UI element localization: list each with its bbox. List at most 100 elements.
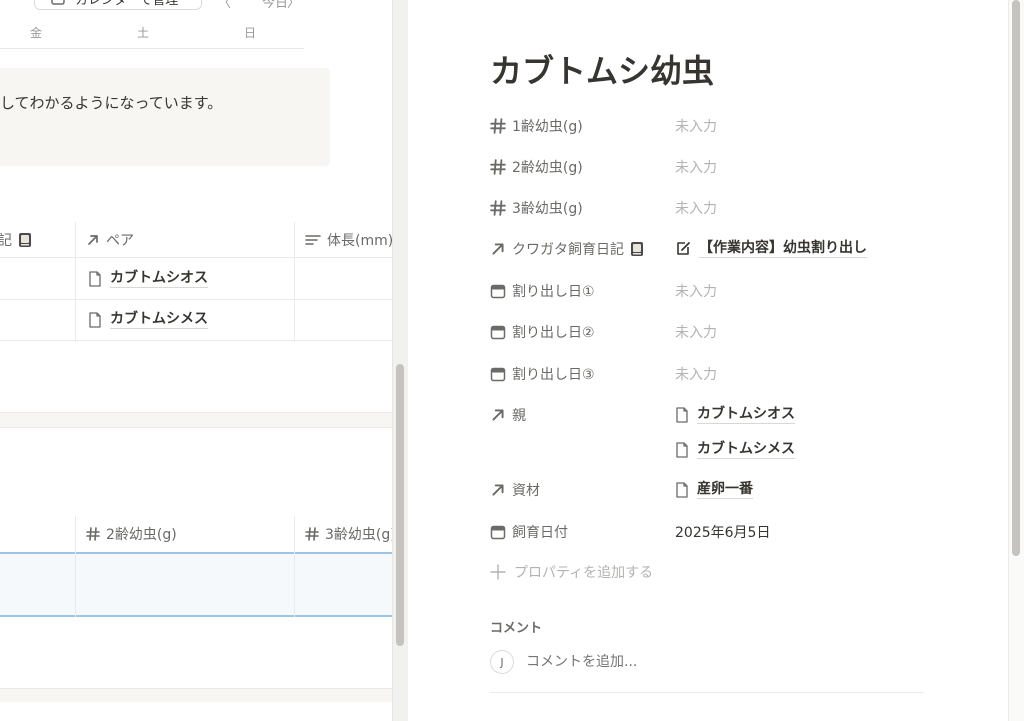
column-header-label: 3齢幼虫(g) [325, 527, 392, 543]
table-row[interactable]: カブトムシオス [0, 259, 392, 300]
property-value[interactable]: 未入力 [675, 364, 717, 384]
pair-link-label: カブトムシオス [110, 270, 208, 288]
relation-link-label: カブトムシオス [697, 406, 795, 424]
weekday-sat: 土 [137, 26, 150, 40]
hash-icon [490, 200, 506, 216]
nav-prev-button[interactable]: 〈 [218, 0, 231, 11]
property-row[interactable]: 飼育日付 2025年6月5日 [490, 516, 1010, 546]
property-name-label: 2齢幼虫(g) [512, 160, 583, 176]
property-name-label: クワガタ飼育日記 [512, 242, 624, 258]
nav-next-button[interactable]: 〉 [287, 0, 300, 11]
calendar-manage-label: カレンダーで管理 [75, 0, 179, 8]
selected-table-row[interactable] [0, 552, 392, 617]
property-name-label: 割り出し日② [512, 325, 595, 341]
callout-text: してわかるようになっています。 [0, 94, 223, 112]
property-name[interactable]: 割り出し日② [490, 322, 595, 342]
property-name[interactable]: 資材 [490, 480, 540, 500]
section-separator [0, 412, 392, 428]
table-row[interactable]: カブトムシメス [0, 300, 392, 341]
property-row[interactable]: 1齢幼虫(g) 未入力 [490, 110, 1010, 140]
property-name-label: 割り出し日① [512, 284, 595, 300]
pair-link[interactable]: カブトムシオス [88, 269, 208, 288]
property-name[interactable]: 割り出し日③ [490, 364, 595, 384]
property-value[interactable]: 未入力 [675, 157, 717, 177]
book-icon [18, 232, 32, 248]
relation-link-label: 【作業内容】幼虫割り出し [699, 240, 867, 258]
property-name[interactable]: 親 [490, 405, 526, 425]
relation-arrow-icon [490, 241, 506, 257]
property-name[interactable]: クワガタ飼育日記 [490, 239, 644, 259]
calendar-icon [51, 0, 65, 5]
pair-link[interactable]: カブトムシメス [88, 310, 208, 329]
add-property-button[interactable]: プロパティを追加する [490, 562, 653, 582]
edit-note-icon [675, 241, 691, 257]
property-name-label: 資材 [512, 483, 540, 499]
property-name-label: 3齢幼虫(g) [512, 201, 583, 217]
property-value[interactable]: 未入力 [675, 281, 717, 301]
relation-arrow-icon [86, 233, 100, 247]
property-row[interactable]: 資材 産卵一番 [490, 474, 1010, 504]
page-icon [675, 481, 689, 498]
property-row[interactable]: 親 カブトムシオス カブトムシメス [490, 399, 1010, 465]
calendar-icon [490, 283, 506, 299]
property-name[interactable]: 飼育日付 [490, 522, 568, 542]
column-header-label: 記 [0, 233, 12, 249]
column-header-instar2[interactable]: 2齢幼虫(g) [86, 524, 177, 544]
database-pane: カレンダーで管理 〈 今日 〉 金 土 日 してわかるようになっています。 記 … [0, 0, 392, 721]
section-separator [0, 688, 392, 702]
property-value[interactable]: 未入力 [675, 116, 717, 136]
relation-link[interactable]: 【作業内容】幼虫割り出し [675, 239, 867, 258]
property-value[interactable]: 2025年6月5日 [675, 522, 770, 542]
relation-link[interactable]: カブトムシメス [675, 440, 795, 459]
nav-today-button[interactable]: 今日 [262, 0, 288, 11]
property-name-label: 割り出し日③ [512, 367, 595, 383]
property-name[interactable]: 2齢幼虫(g) [490, 157, 583, 177]
plus-icon [490, 564, 506, 580]
weekday-sun: 日 [244, 26, 257, 40]
column-header-length[interactable]: 体長(mm) [305, 230, 392, 250]
property-name[interactable]: 割り出し日① [490, 281, 595, 301]
relation-link[interactable]: カブトムシオス [675, 405, 795, 424]
column-header-pair[interactable]: ペア [86, 230, 134, 250]
property-name-label: 飼育日付 [512, 525, 568, 541]
property-row[interactable]: クワガタ飼育日記 【作業内容】幼虫割り出し [490, 233, 1010, 263]
right-scrollbar-thumb[interactable] [1012, 0, 1020, 556]
calendar-divider [0, 48, 304, 49]
add-property-label: プロパティを追加する [514, 565, 654, 581]
table2-header: 2齢幼虫(g) 3齢幼虫(g) [0, 516, 392, 552]
property-row[interactable]: 3齢幼虫(g) 未入力 [490, 192, 1010, 222]
comment-divider [490, 692, 924, 693]
column-header-diary[interactable]: 記 [0, 230, 32, 250]
callout-block[interactable]: してわかるようになっています。 [0, 68, 330, 166]
property-row[interactable]: 割り出し日② 未入力 [490, 316, 1010, 346]
property-value[interactable]: 未入力 [675, 198, 717, 218]
column-header-label: ペア [106, 233, 134, 249]
property-row[interactable]: 2齢幼虫(g) 未入力 [490, 151, 1010, 181]
left-scrollbar-thumb[interactable] [396, 364, 404, 646]
property-name[interactable]: 3齢幼虫(g) [490, 198, 583, 218]
page-icon [675, 406, 689, 423]
column-header-label: 2齢幼虫(g) [106, 527, 177, 543]
property-row[interactable]: 割り出し日③ 未入力 [490, 358, 1010, 388]
page-icon [88, 311, 102, 328]
page-icon [88, 270, 102, 287]
comment-input[interactable] [526, 654, 906, 670]
page-title[interactable]: カブトムシ幼虫 [490, 46, 714, 92]
relation-link-label: 産卵一番 [697, 481, 753, 499]
hash-icon [490, 159, 506, 175]
property-name[interactable]: 1齢幼虫(g) [490, 116, 583, 136]
relation-link[interactable]: 産卵一番 [675, 480, 753, 499]
property-value[interactable]: 未入力 [675, 322, 717, 342]
property-row[interactable]: 割り出し日① 未入力 [490, 275, 1010, 305]
page-detail-pane: カブトムシ幼虫 1齢幼虫(g) 未入力 2齢幼虫(g) 未入力 3齢幼虫(g) … [408, 0, 1008, 721]
calendar-icon [490, 366, 506, 382]
table-header: 記 ペア 体長(mm) [0, 222, 392, 258]
pair-link-label: カブトムシメス [110, 311, 208, 329]
hash-icon [86, 527, 100, 541]
property-name-label: 1齢幼虫(g) [512, 119, 583, 135]
avatar: J [490, 650, 514, 674]
calendar-manage-button[interactable]: カレンダーで管理 [34, 0, 202, 10]
column-header-instar3[interactable]: 3齢幼虫(g) [305, 524, 392, 544]
relation-arrow-icon [490, 407, 506, 423]
relation-arrow-icon [490, 482, 506, 498]
